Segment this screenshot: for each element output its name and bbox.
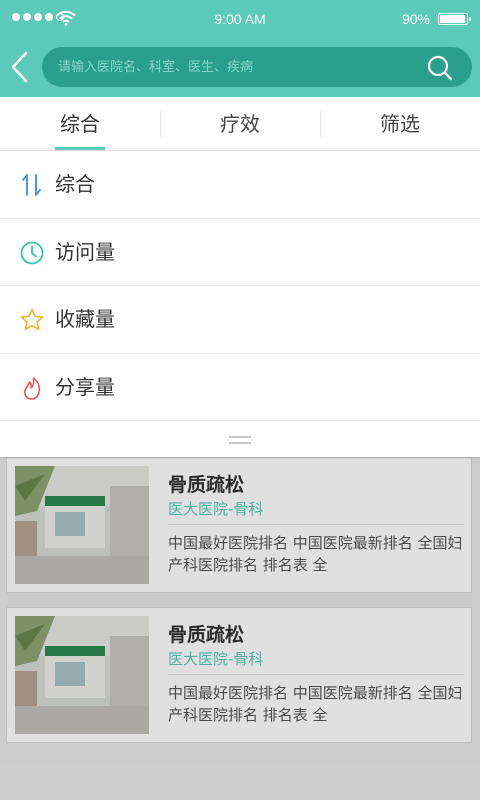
hospital-photo (15, 466, 149, 584)
sort-option-label: 收藏量 (55, 307, 115, 331)
sort-option-favorites[interactable]: 收藏量 (0, 286, 480, 354)
tab-label: 疗效 (220, 112, 260, 136)
drag-handle-icon (229, 436, 251, 438)
hospital-photo (15, 616, 149, 734)
sort-option-shares[interactable]: 分享量 (0, 354, 480, 421)
sort-arrows-icon (22, 174, 41, 196)
divider (168, 674, 464, 675)
sort-option-label: 综合 (55, 172, 95, 196)
chevron-left-icon (11, 51, 28, 83)
search-input[interactable] (58, 47, 418, 87)
back-button[interactable] (6, 48, 34, 86)
item-description: 中国最好医院排名 中国医院最新排名 全国妇产科医院排名 排名表 全 (168, 534, 463, 574)
sort-option-label: 分享量 (55, 374, 115, 399)
sort-dropdown-menu: 综合 访问量 收藏量 分享量 (0, 151, 480, 457)
tab-label: 筛选 (380, 112, 420, 136)
hospital-list: 骨质疏松 医大医院-骨科 中国最好医院排名 中国医院最新排名 全国妇产科医院排名… (0, 457, 480, 800)
hospital-department: 医大医院-骨科 (168, 500, 264, 518)
disease-title: 骨质疏松 (168, 624, 245, 646)
item-description: 中国最好医院排名 中国医院最新排名 全国妇产科医院排名 排名表 全 (168, 684, 463, 724)
active-tab-indicator (55, 147, 105, 150)
filter-tabs: 综合 疗效 筛选 (0, 97, 480, 151)
tab-efficacy[interactable]: 疗效 (160, 97, 320, 150)
divider (168, 524, 464, 525)
tab-comprehensive[interactable]: 综合 (0, 97, 160, 150)
list-item[interactable]: 骨质疏松 医大医院-骨科 中国最好医院排名 中国医院最新排名 全国妇产科医院排名… (6, 457, 472, 593)
sort-option-comprehensive[interactable]: 综合 (0, 151, 480, 219)
star-icon (20, 308, 44, 331)
drag-handle-icon (229, 442, 251, 444)
status-bar: 9:00 AM 90% (0, 0, 480, 38)
battery-icon (438, 13, 471, 25)
collapse-menu-handle[interactable] (0, 421, 480, 457)
fire-icon (23, 376, 41, 400)
search-bar (42, 47, 472, 87)
disease-title: 骨质疏松 (168, 474, 245, 496)
battery-percent: 90% (401, 11, 430, 27)
tab-label: 综合 (60, 112, 100, 136)
tab-filter[interactable]: 筛选 (320, 97, 480, 150)
hospital-department: 医大医院-骨科 (168, 650, 264, 668)
top-bar: 9:00 AM 90% (0, 0, 480, 97)
list-item[interactable]: 骨质疏松 医大医院-骨科 中国最好医院排名 中国医院最新排名 全国妇产科医院排名… (6, 607, 472, 743)
search-icon[interactable] (426, 54, 454, 82)
sort-option-label: 访问量 (55, 239, 115, 264)
sort-option-visits[interactable]: 访问量 (0, 219, 480, 286)
clock-icon (20, 241, 44, 264)
